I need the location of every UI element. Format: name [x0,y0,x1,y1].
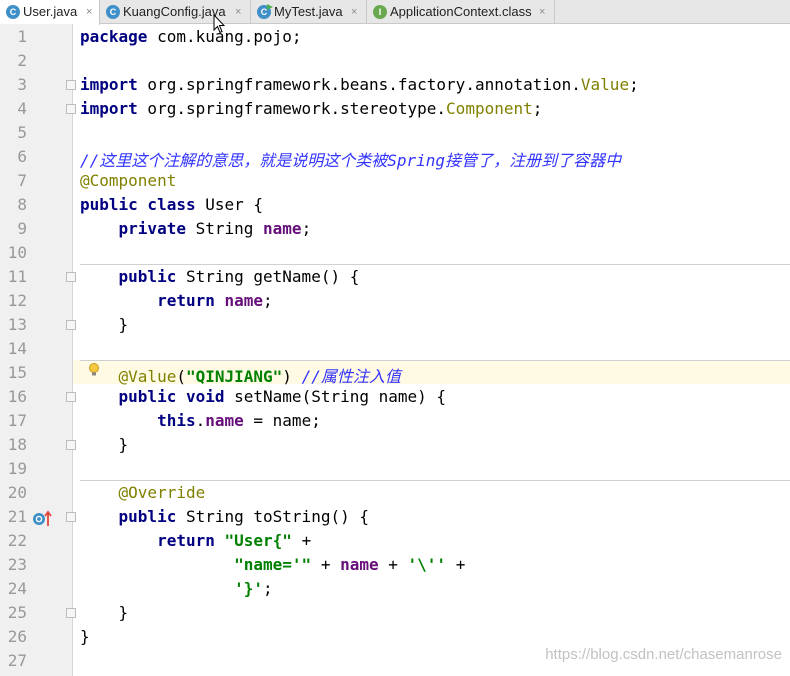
line-number: 27 [7,651,27,670]
line-number: 1 [17,27,27,46]
line-number-gutter: 1 2 3 4 5 6 7 8 9 10 11 12 13 14 15 16 1… [0,24,73,676]
runnable-class-icon: C [257,5,271,19]
code-line-18: } [80,435,129,454]
line-number: 5 [17,123,27,142]
code-line-8: public class User { [80,195,264,214]
tab-mytest-java[interactable]: C MyTest.java × [251,0,367,24]
tab-kuangconfig-java[interactable]: C KuangConfig.java × [100,0,251,24]
code-line-22: return "User{" + [157,531,312,550]
tab-label: MyTest.java [274,4,343,19]
editor-tab-bar: C User.java × C KuangConfig.java × C MyT… [0,0,790,25]
line-number: 19 [7,459,27,478]
code-line-9: private String name; [118,219,312,238]
code-line-6: //这里这个注解的意思，就是说明这个类被Spring接管了，注册到了容器中 [80,151,622,170]
code-line-15: @Value("QINJIANG") //属性注入值 [118,367,401,386]
tab-label: KuangConfig.java [123,4,226,19]
close-icon[interactable]: × [351,0,357,24]
code-line-7: @Component [80,171,177,190]
line-number: 14 [7,339,27,358]
tab-applicationcontext-class[interactable]: I ApplicationContext.class × [367,0,555,24]
code-editor[interactable]: package com.kuang.pojo; import org.sprin… [73,24,790,676]
code-line-13: } [80,315,129,334]
line-number: 6 [17,147,27,166]
line-number: 25 [7,603,27,622]
code-line-4: import org.springframework.stereotype.Co… [80,99,543,118]
line-number: 4 [17,99,27,118]
tab-label: User.java [23,4,78,19]
line-number: 20 [7,483,27,502]
close-icon[interactable]: × [86,0,92,24]
code-line-17: this.name = name; [157,411,321,430]
line-number: 7 [17,171,27,190]
line-number: 23 [7,555,27,574]
code-line-26: } [80,627,90,646]
line-number: 11 [7,267,27,286]
line-number: 21 [7,507,27,526]
line-number: 9 [17,219,27,238]
line-number: 15 [7,363,27,382]
tab-label: ApplicationContext.class [390,4,532,19]
line-number: 12 [7,291,27,310]
line-number: 22 [7,531,27,550]
method-separator [80,360,790,361]
code-line-11: public String getName() { [118,267,360,286]
class-icon: C [106,5,120,19]
method-separator [80,480,790,481]
code-line-1: package com.kuang.pojo; [80,27,302,46]
line-number: 24 [7,579,27,598]
watermark: https://blog.csdn.net/chasemanrose [545,646,782,663]
code-line-12: return name; [157,291,273,310]
code-line-16: public void setName(String name) { [118,387,447,406]
line-number: 17 [7,411,27,430]
code-line-21: public String toString() { [118,507,369,526]
line-number: 10 [7,243,27,262]
code-line-23: "name='" + name + '\'' + [234,555,466,574]
lightbulb-icon[interactable] [88,362,100,378]
close-icon[interactable]: × [235,0,241,24]
tab-user-java[interactable]: C User.java × [0,0,100,25]
code-line-25: } [80,603,129,622]
line-number: 8 [17,195,27,214]
method-separator [80,264,790,265]
line-number: 3 [17,75,27,94]
interface-icon: I [373,5,387,19]
close-icon[interactable]: × [539,0,545,24]
code-line-20: @Override [118,483,206,502]
class-icon: C [6,5,20,19]
code-line-24: '}'; [234,579,273,598]
code-line-3: import org.springframework.beans.factory… [80,75,639,94]
line-number: 16 [7,387,27,406]
line-number: 26 [7,627,27,646]
line-number: 2 [17,51,27,70]
line-number: 13 [7,315,27,334]
override-method-icon[interactable] [33,509,53,527]
line-number: 18 [7,435,27,454]
